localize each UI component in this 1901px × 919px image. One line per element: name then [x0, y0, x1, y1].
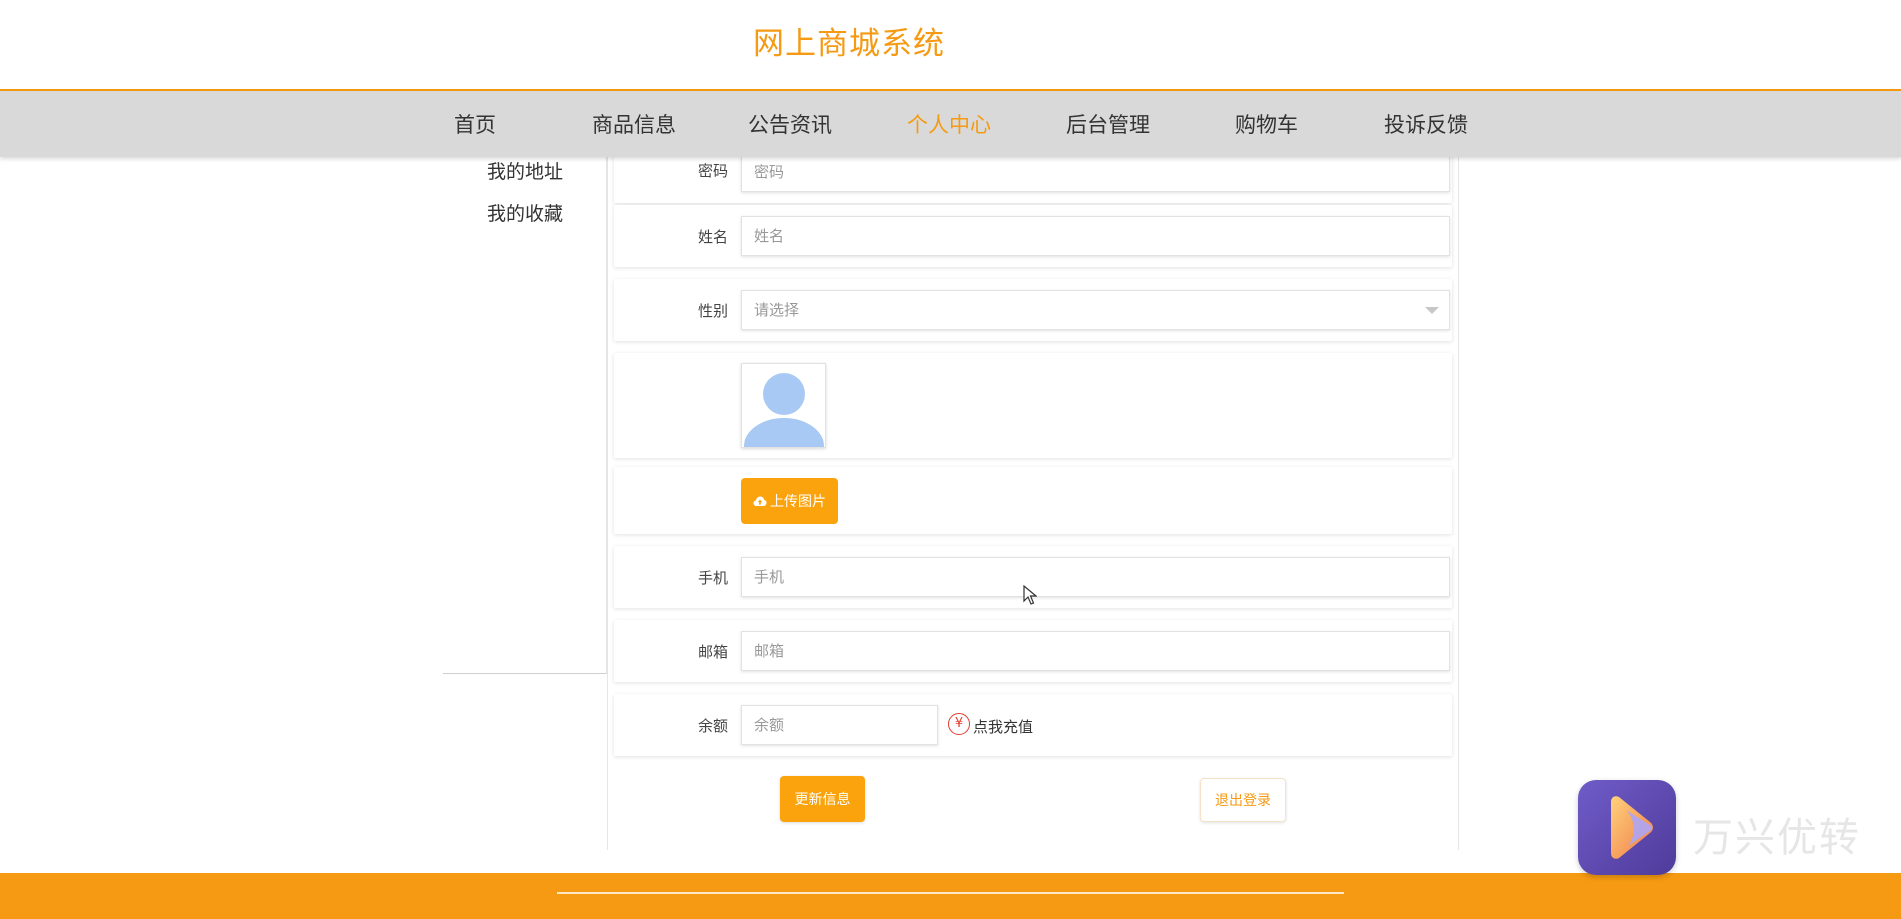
chevron-down-icon: [1425, 307, 1439, 314]
form-row-upload: 上传图片: [614, 467, 1452, 534]
nav-item-cart[interactable]: 购物车: [1235, 109, 1298, 139]
cloud-upload-icon: [753, 496, 767, 506]
gender-select-value: 请选择: [754, 301, 800, 319]
nav-item-admin[interactable]: 后台管理: [1066, 109, 1150, 139]
header: 网上商城系统: [0, 0, 1901, 91]
gender-select[interactable]: 请选择: [741, 290, 1450, 330]
nav-item-profile[interactable]: 个人中心: [907, 109, 991, 139]
avatar-placeholder-icon: [744, 373, 824, 447]
sidebar-item-address[interactable]: 我的地址: [487, 157, 563, 184]
mouse-cursor-icon: [1023, 585, 1037, 605]
form-row-password: 密码 密码: [614, 157, 1452, 203]
site-title: 网上商城系统: [753, 26, 945, 62]
balance-label: 余额: [697, 717, 728, 735]
upload-image-label: 上传图片: [770, 494, 826, 510]
sidebar-item-favorites[interactable]: 我的收藏: [487, 199, 563, 226]
nav-item-news[interactable]: 公告资讯: [748, 109, 832, 139]
name-label: 姓名: [697, 228, 728, 246]
form-row-email: 邮箱 邮箱: [614, 620, 1452, 682]
watermark-text: 万兴优转: [1693, 815, 1861, 861]
main-nav: 首页 商品信息 公告资讯 个人中心 后台管理 购物车 投诉反馈: [0, 91, 1901, 157]
phone-input[interactable]: 手机: [741, 557, 1450, 597]
upload-image-button[interactable]: 上传图片: [741, 478, 838, 524]
logout-button[interactable]: 退出登录: [1200, 778, 1286, 822]
profile-form: 密码 密码 姓名 姓名 性别 请选择 上传图片 手机 手机 邮箱 邮箱 余额 余…: [607, 157, 1459, 850]
password-input[interactable]: 密码: [741, 157, 1450, 192]
email-input[interactable]: 邮箱: [741, 631, 1450, 671]
nav-item-products[interactable]: 商品信息: [592, 109, 676, 139]
form-row-gender: 性别 请选择: [614, 279, 1452, 341]
form-row-balance: 余额 余额 ¥ 点我充值: [614, 694, 1452, 756]
watermark-logo-icon: [1578, 780, 1676, 875]
form-row-name: 姓名 姓名: [614, 205, 1452, 267]
form-row-avatar: [614, 353, 1452, 458]
footer-divider: [557, 892, 1344, 894]
sidebar: 我的地址 我的收藏: [443, 157, 607, 674]
password-label: 密码: [697, 162, 728, 180]
gender-label: 性别: [697, 302, 728, 320]
update-info-button[interactable]: 更新信息: [780, 776, 865, 822]
play-icon: [1611, 796, 1653, 859]
avatar-image: [741, 363, 826, 448]
nav-item-home[interactable]: 首页: [454, 109, 496, 139]
balance-input[interactable]: 余额: [741, 705, 938, 745]
phone-label: 手机: [697, 569, 728, 587]
nav-item-feedback[interactable]: 投诉反馈: [1384, 109, 1468, 139]
name-input[interactable]: 姓名: [741, 216, 1450, 256]
yuan-icon[interactable]: ¥: [948, 713, 970, 735]
footer: [0, 873, 1901, 919]
recharge-link[interactable]: 点我充值: [973, 716, 1033, 737]
page: 网上商城系统 首页 商品信息 公告资讯 个人中心 后台管理 购物车 投诉反馈 我…: [0, 0, 1901, 919]
email-label: 邮箱: [697, 643, 728, 661]
